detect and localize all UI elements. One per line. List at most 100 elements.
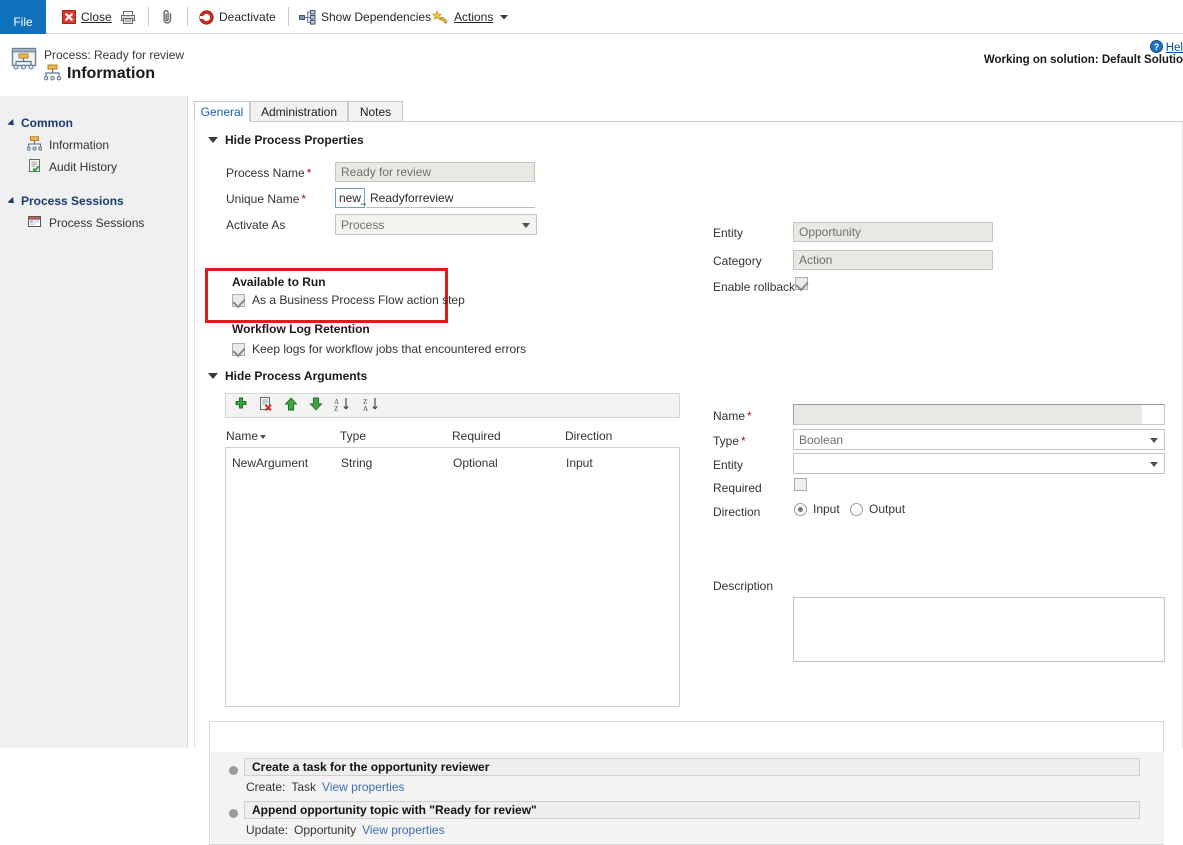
section-header-process-arguments[interactable]: Hide Process Arguments bbox=[208, 369, 367, 383]
page-title: Information bbox=[67, 65, 155, 83]
deactivate-button[interactable]: Deactivate bbox=[199, 0, 276, 34]
step-action: Create: bbox=[246, 780, 285, 794]
chevron-down-icon-arg-type bbox=[1150, 438, 1158, 443]
enable-rollback-label: Enable rollback bbox=[713, 280, 795, 294]
step-bullet-icon-2[interactable] bbox=[229, 809, 238, 818]
bpf-action-step-label: As a Business Process Flow action step bbox=[252, 293, 465, 307]
tab-administration-label: Administration bbox=[261, 105, 337, 119]
arg-required-label: Required bbox=[713, 481, 762, 495]
direction-output-radio[interactable]: Output bbox=[850, 502, 905, 516]
arguments-grid[interactable]: NewArgument String Optional Input bbox=[225, 447, 680, 707]
deactivate-icon bbox=[199, 10, 214, 25]
sessions-icon bbox=[27, 214, 42, 232]
form-tabstrip: General Administration Notes bbox=[194, 101, 1183, 122]
bpf-action-step-checkbox[interactable] bbox=[232, 294, 245, 307]
process-steps-panel: Create a task for the opportunity review… bbox=[209, 721, 1164, 845]
view-properties-link-2[interactable]: View properties bbox=[362, 823, 445, 837]
column-header-required[interactable]: Required bbox=[452, 429, 501, 443]
sidebar-item-audit-history-label: Audit History bbox=[49, 160, 117, 174]
table-row[interactable]: NewArgument String Optional Input bbox=[226, 452, 679, 474]
column-header-type[interactable]: Type bbox=[340, 429, 366, 443]
keep-logs-checkbox[interactable] bbox=[232, 343, 245, 356]
sidebar-item-information[interactable]: Information bbox=[0, 134, 187, 156]
section-header-process-properties[interactable]: Hide Process Properties bbox=[208, 133, 364, 147]
required-marker-3: * bbox=[747, 409, 752, 423]
move-up-icon[interactable] bbox=[284, 397, 298, 414]
expand-arrow-icon-2 bbox=[7, 196, 16, 205]
process-subtitle: Process: Ready for review bbox=[44, 48, 184, 62]
show-dependencies-button[interactable]: Show Dependencies bbox=[299, 0, 431, 34]
add-icon[interactable] bbox=[234, 397, 248, 414]
arg-entity-label: Entity bbox=[713, 458, 743, 472]
solution-context-label: Working on solution: Default Solutio bbox=[984, 54, 1183, 66]
nav-group-common[interactable]: Common bbox=[0, 112, 187, 134]
attachment-icon bbox=[161, 9, 175, 25]
sidebar-item-audit-history[interactable]: Audit History bbox=[0, 156, 187, 178]
section-header-process-arguments-label: Hide Process Arguments bbox=[225, 369, 367, 383]
step-action-2: Update: bbox=[246, 823, 288, 837]
sort-az-icon[interactable]: A Z bbox=[334, 397, 352, 415]
arg-direction: Input bbox=[566, 456, 593, 470]
delete-icon[interactable] bbox=[259, 397, 273, 414]
file-menu-tab[interactable]: File bbox=[0, 0, 46, 34]
arg-description-label: Description bbox=[713, 579, 773, 593]
activate-as-dropdown[interactable]: Process bbox=[335, 214, 537, 235]
column-header-direction[interactable]: Direction bbox=[565, 429, 612, 443]
radio-input-icon[interactable] bbox=[794, 503, 807, 516]
category-input[interactable]: Action bbox=[793, 250, 993, 270]
left-navigation: Common Information Audit History Process… bbox=[0, 96, 188, 748]
attach-button[interactable] bbox=[161, 0, 175, 34]
step-target-2: Opportunity bbox=[294, 823, 356, 837]
radio-output-icon[interactable] bbox=[850, 503, 863, 516]
sidebar-item-process-sessions[interactable]: Process Sessions bbox=[0, 212, 187, 234]
arg-description-textarea[interactable] bbox=[793, 597, 1165, 662]
step-title[interactable]: Create a task for the opportunity review… bbox=[244, 758, 1140, 776]
svg-text:?: ? bbox=[1153, 42, 1159, 52]
unique-name-prefix[interactable]: new_ bbox=[335, 188, 365, 208]
sort-za-icon[interactable]: Z A bbox=[363, 397, 381, 415]
unique-name-input[interactable]: Readyforreview bbox=[366, 188, 535, 208]
arg-name-label: Name* bbox=[713, 409, 752, 423]
arguments-toolbar: A Z Z A bbox=[225, 393, 680, 418]
step-title-2[interactable]: Append opportunity topic with "Ready for… bbox=[244, 801, 1140, 819]
direction-input-radio[interactable]: Input bbox=[794, 502, 840, 516]
step-target: Task bbox=[291, 780, 316, 794]
sidebar-item-process-sessions-label: Process Sessions bbox=[49, 216, 144, 230]
view-properties-link[interactable]: View properties bbox=[322, 780, 405, 794]
arg-entity-dropdown[interactable] bbox=[793, 453, 1165, 474]
process-name-value: Ready for review bbox=[341, 165, 431, 179]
form-header: Process: Ready for review Information ? … bbox=[0, 34, 1183, 96]
audit-icon bbox=[27, 158, 42, 176]
actions-menu-button[interactable]: Actions bbox=[432, 0, 508, 34]
move-down-icon[interactable] bbox=[309, 397, 323, 414]
enable-rollback-checkbox[interactable] bbox=[795, 277, 808, 290]
process-name-input[interactable]: Ready for review bbox=[335, 162, 535, 182]
entity-input[interactable]: Opportunity bbox=[793, 222, 993, 242]
arg-type-dropdown[interactable]: Boolean bbox=[793, 429, 1165, 450]
dependencies-icon bbox=[299, 10, 316, 25]
step-bullet-icon[interactable] bbox=[229, 766, 238, 775]
keep-logs-label: Keep logs for workflow jobs that encount… bbox=[252, 342, 526, 356]
toolbar-separator-2 bbox=[187, 7, 188, 26]
arg-name-input[interactable] bbox=[793, 404, 1165, 425]
available-to-run-header: Available to Run bbox=[232, 275, 326, 289]
print-icon bbox=[120, 10, 136, 25]
arg-required: Optional bbox=[453, 456, 498, 470]
information-icon bbox=[44, 64, 61, 84]
tab-general[interactable]: General bbox=[194, 101, 250, 122]
close-button[interactable]: Close bbox=[62, 0, 112, 34]
arg-required-checkbox[interactable] bbox=[794, 478, 807, 491]
tab-notes[interactable]: Notes bbox=[348, 101, 403, 122]
ribbon-toolbar: File Close bbox=[0, 0, 1183, 34]
nav-group-process-sessions[interactable]: Process Sessions bbox=[0, 190, 187, 212]
print-button[interactable] bbox=[120, 0, 136, 34]
chevron-down-icon-arg-entity bbox=[1150, 462, 1158, 467]
required-marker-2: * bbox=[301, 192, 306, 206]
tab-administration[interactable]: Administration bbox=[250, 101, 348, 122]
column-header-name[interactable]: Name bbox=[226, 429, 266, 443]
entity-value: Opportunity bbox=[799, 225, 861, 239]
category-value: Action bbox=[799, 253, 832, 267]
step-meta: Create: Task View properties bbox=[246, 780, 405, 794]
step-meta-2: Update: Opportunity View properties bbox=[246, 823, 445, 837]
activate-as-label: Activate As bbox=[226, 218, 285, 232]
